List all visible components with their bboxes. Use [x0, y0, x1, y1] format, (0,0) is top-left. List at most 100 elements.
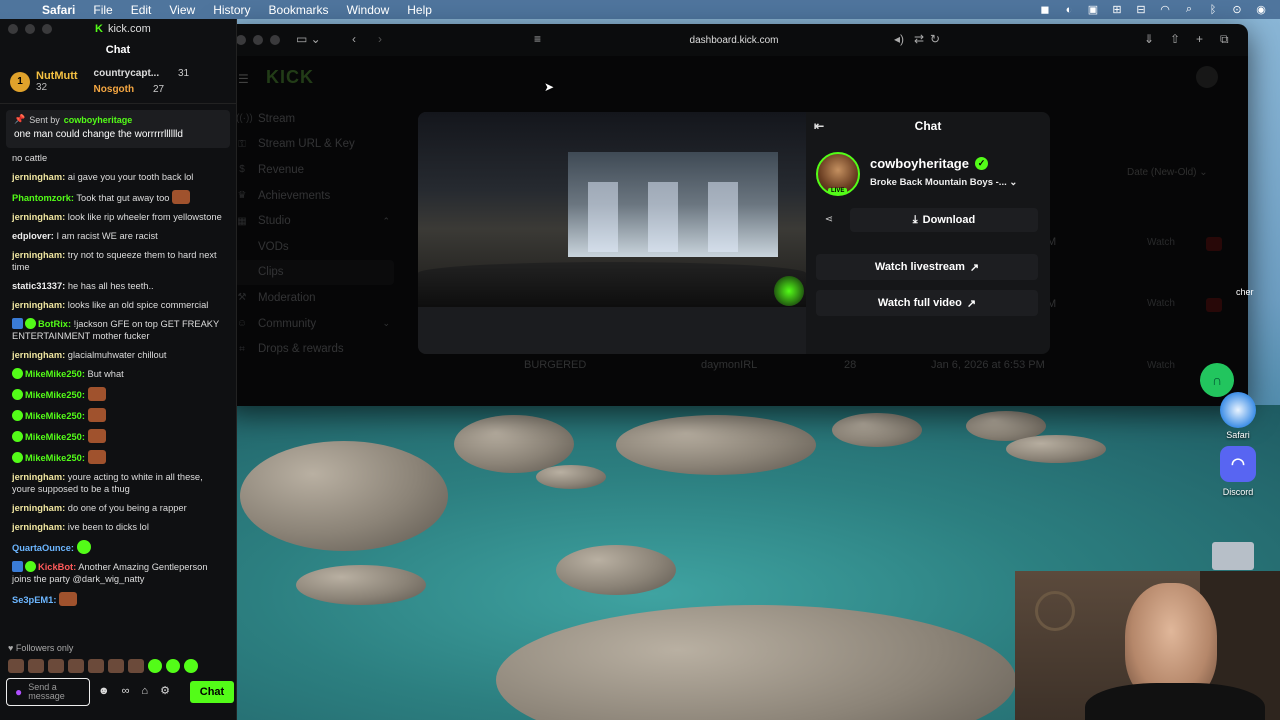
folder-icon[interactable]	[1212, 542, 1254, 570]
spotlight-search-icon[interactable]: ⌕	[1182, 3, 1196, 16]
grid-icon[interactable]: ⊟	[1134, 3, 1148, 16]
chat-username[interactable]: BotRix:	[38, 319, 71, 329]
chat-username[interactable]: jerningham:	[12, 300, 65, 310]
chat-username[interactable]: MikeMike250:	[25, 453, 85, 463]
sidebar-toggle-icon[interactable]: ▭ ⌄	[296, 32, 321, 46]
chat-message: QuartaOunce:	[12, 540, 226, 554]
channel-watermark-icon	[774, 276, 804, 306]
chat-username[interactable]: static31337:	[12, 281, 65, 291]
emote-icon[interactable]	[108, 659, 124, 673]
download-label: Download	[922, 214, 976, 226]
pinned-message[interactable]: 📌 Sent by cowboyheritage one man could c…	[6, 110, 230, 148]
menu-bookmarks[interactable]: Bookmarks	[269, 3, 329, 17]
page-settings-icon[interactable]: ≡	[534, 32, 541, 46]
emote-icon[interactable]	[68, 659, 84, 673]
download-icon: ⤓	[912, 213, 918, 226]
streamer-name[interactable]: cowboyheritage	[870, 156, 969, 171]
emote-picker-icon[interactable]: ☻	[98, 685, 110, 697]
screen-record-icon[interactable]: ▣	[1086, 3, 1100, 16]
address-bar[interactable]: dashboard.kick.com	[524, 30, 944, 50]
microphone-icon[interactable]: ●	[15, 685, 22, 699]
menu-history[interactable]: History	[213, 3, 250, 17]
emote-icon[interactable]	[88, 659, 104, 673]
leaderboard-first[interactable]: NutMutt 32	[36, 70, 78, 93]
share-icon[interactable]: ⇧	[1170, 32, 1180, 46]
chat-username[interactable]: edplover:	[12, 231, 54, 241]
chat-send-button[interactable]: Chat	[190, 681, 234, 703]
minimize-window-button[interactable]	[253, 35, 263, 45]
menu-file[interactable]: File	[93, 3, 112, 17]
emote-icon[interactable]	[128, 659, 144, 673]
emote-icon[interactable]	[184, 659, 198, 673]
emote-icon	[87, 387, 106, 401]
leaderboard-first-count: 32	[36, 82, 48, 93]
safari-app-icon[interactable]	[1220, 392, 1256, 428]
zoom-window-button[interactable]	[270, 35, 280, 45]
downloads-icon[interactable]: ⇓	[1144, 32, 1154, 46]
menu-window[interactable]: Window	[347, 3, 390, 17]
chat-username[interactable]: MikeMike250:	[25, 390, 85, 400]
store-icon[interactable]: ⌂	[141, 685, 148, 697]
watch-full-video-button[interactable]: Watch full video ↗	[816, 290, 1038, 316]
translate-icon[interactable]: ⇄	[914, 32, 924, 46]
gift-leaderboard: 1 NutMutt 32 countrycapt... 31 Nosgoth 27	[0, 60, 236, 104]
bluetooth-icon[interactable]: ᛒ	[1206, 4, 1220, 16]
menu-edit[interactable]: Edit	[131, 3, 152, 17]
watch-livestream-button[interactable]: Watch livestream ↗	[816, 254, 1038, 280]
leaderboard-second[interactable]: countrycapt... 31	[94, 66, 190, 82]
rock	[496, 605, 1016, 720]
chat-username[interactable]: QuartaOunce:	[12, 543, 74, 553]
emote-icon[interactable]	[28, 659, 44, 673]
new-tab-icon[interactable]: +	[1196, 32, 1203, 46]
chat-username[interactable]: Phantomzork:	[12, 193, 74, 203]
chat-username[interactable]: MikeMike250:	[25, 432, 85, 442]
chat-username[interactable]: jerningham:	[12, 350, 65, 360]
mouse-cursor-icon: ➤	[544, 80, 555, 94]
emote-icon[interactable]	[8, 659, 24, 673]
chat-username[interactable]: MikeMike250:	[25, 369, 85, 379]
chat-username[interactable]: jerningham:	[12, 250, 65, 260]
chat-message-input[interactable]: ● Send a message	[6, 678, 90, 706]
emote-icon[interactable]	[148, 659, 162, 673]
back-arrow-icon[interactable]: ‹	[352, 32, 356, 46]
control-center-icon[interactable]: ⊙	[1230, 3, 1244, 16]
siri-icon[interactable]: ◉	[1254, 3, 1268, 16]
audio-icon[interactable]: ◂)	[894, 32, 904, 46]
chat-username[interactable]: jerningham:	[12, 472, 65, 482]
chat-username[interactable]: KickBot:	[38, 562, 76, 572]
desktop-item-label[interactable]: cher	[1236, 287, 1254, 297]
reload-icon[interactable]: ↻	[930, 32, 940, 46]
menu-app[interactable]: Safari	[42, 3, 75, 17]
menu-view[interactable]: View	[169, 3, 195, 17]
emote-icon[interactable]	[48, 659, 64, 673]
minimize-window-button[interactable]	[25, 24, 35, 34]
control-icon[interactable]: ⊞	[1110, 3, 1124, 16]
share-clip-icon[interactable]: ⋖	[816, 208, 842, 230]
discord-app-icon[interactable]: ◠	[1220, 446, 1256, 482]
stream-title-row[interactable]: Broke Back Mountain Boys -... ⌄	[870, 177, 1017, 188]
download-button[interactable]: ⤓ Download	[850, 208, 1038, 232]
sync-icon[interactable]: ◐	[1062, 4, 1076, 16]
settings-gear-icon[interactable]: ⚙	[160, 684, 170, 697]
menu-help[interactable]: Help	[407, 3, 432, 17]
streamer-avatar[interactable]: LIVE	[816, 152, 860, 196]
forward-arrow-icon[interactable]: ›	[378, 32, 382, 46]
chat-username[interactable]: jerningham:	[12, 172, 65, 182]
clip-video-player[interactable]	[418, 112, 806, 307]
support-headset-icon[interactable]: ∩	[1200, 363, 1234, 397]
chat-username[interactable]: Se3pEM1:	[12, 595, 56, 605]
chat-username[interactable]: jerningham:	[12, 503, 65, 513]
emote-icon[interactable]	[166, 659, 180, 673]
leaderboard-third[interactable]: Nosgoth 27	[94, 82, 190, 98]
wifi-icon[interactable]: ◠	[1158, 3, 1172, 16]
collapse-chat-icon[interactable]: ⇤	[814, 119, 824, 133]
app-status-icon[interactable]: ◼	[1038, 3, 1052, 16]
chat-username[interactable]: MikeMike250:	[25, 411, 85, 421]
infinity-icon[interactable]: ∞	[122, 685, 130, 697]
chat-username[interactable]: jerningham:	[12, 522, 65, 532]
close-window-button[interactable]	[236, 35, 246, 45]
zoom-window-button[interactable]	[42, 24, 52, 34]
tab-overview-icon[interactable]: ⧉	[1220, 32, 1229, 47]
chat-username[interactable]: jerningham:	[12, 212, 65, 222]
close-window-button[interactable]	[8, 24, 18, 34]
